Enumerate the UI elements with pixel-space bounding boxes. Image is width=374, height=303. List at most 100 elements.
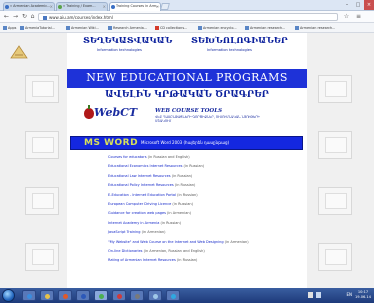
close-window-button[interactable]: × bbox=[364, 0, 374, 10]
tab-favicon-icon bbox=[5, 5, 9, 9]
link-lang: (in Armenian) bbox=[141, 230, 166, 235]
course-link[interactable]: Educational Law Internet Resources (in R… bbox=[108, 174, 268, 178]
url-input[interactable]: www.aiu.am/courses/index.html bbox=[38, 13, 338, 21]
header-subtitle-left: Information technologies bbox=[97, 48, 142, 52]
bookmark-item[interactable]: Research Armenia... bbox=[108, 25, 147, 31]
home-button[interactable]: ⌂ bbox=[28, 12, 37, 21]
webct-logo[interactable]: WebCT bbox=[94, 106, 137, 119]
taskbar: EN 10:17 19.06.14 bbox=[0, 288, 374, 303]
course-link[interactable]: Educational Economics Internet Resources… bbox=[108, 164, 268, 168]
webct-section[interactable]: WebCT WEB COURSE TOOLS ՎԵԲ ԴԱՍԸՆԹԱՑՆԵՐԻ … bbox=[67, 103, 307, 133]
webct-title: WEB COURSE TOOLS bbox=[155, 108, 223, 114]
taskbar-app-media[interactable] bbox=[58, 290, 72, 301]
skype-icon bbox=[171, 294, 176, 299]
background-tile bbox=[318, 75, 352, 103]
bookmark-item[interactable]: Armenian research... bbox=[295, 25, 335, 31]
bookmarks-bar: Apps ArmeniaTutorial... Armenian Wiki...… bbox=[0, 23, 374, 33]
chrome-icon bbox=[99, 294, 104, 299]
minimize-button[interactable]: – bbox=[342, 0, 352, 10]
scroll-logo-icon bbox=[10, 45, 28, 59]
header-title-right: ՏԵԽՆՈԼՈԳԻԱՆԵՐ bbox=[191, 36, 288, 46]
bookmark-label: CD collections... bbox=[160, 26, 188, 30]
page-header: ՏԵՂԵԿԱՏՎԱԿԱՆ ՏԵԽՆՈԼՈԳԻԱՆԵՐ Information t… bbox=[67, 33, 307, 69]
bookmark-label: Armenian research... bbox=[250, 26, 286, 30]
course-link[interactable]: "My Website" and Web Course on the Inter… bbox=[108, 240, 268, 244]
msword-banner[interactable]: MS WORD Microsoft Word 2003 (հայերեն դաս… bbox=[70, 136, 303, 150]
link-text: Educational Law Internet Resources bbox=[108, 173, 171, 178]
link-lang: (in Russian) bbox=[171, 173, 193, 178]
new-tab-button[interactable] bbox=[160, 3, 170, 10]
taskbar-app-chrome[interactable] bbox=[94, 290, 108, 301]
bookmark-item[interactable]: Apps bbox=[3, 25, 16, 31]
bookmark-icon bbox=[66, 26, 70, 30]
course-link[interactable]: On-line Dictionaries (in Armenian, Russi… bbox=[108, 249, 268, 253]
taskbar-app-skype[interactable] bbox=[166, 290, 180, 301]
bookmark-star-icon[interactable]: ☆ bbox=[342, 12, 351, 21]
link-lang: (in Russian) bbox=[160, 220, 181, 225]
header-subtitle-right: Information technologies bbox=[207, 48, 252, 52]
maximize-button[interactable]: □ bbox=[353, 0, 363, 10]
word-icon bbox=[81, 294, 86, 299]
bookmark-item[interactable]: ArmeniaTutorial... bbox=[20, 25, 55, 31]
link-text: E-Education - Internet Education Portal bbox=[108, 192, 176, 197]
browser-tab-2[interactable]: « Training / Exam... × bbox=[56, 2, 108, 11]
taskbar-app-calculator[interactable] bbox=[130, 290, 144, 301]
tab-close-icon[interactable]: × bbox=[156, 3, 159, 10]
url-text: www.aiu.am/courses/index.html bbox=[49, 15, 113, 20]
system-clock[interactable]: 10:17 19.06.14 bbox=[355, 290, 371, 299]
taskbar-app-paint[interactable] bbox=[112, 290, 126, 301]
tab-title: « Armenian Academic... bbox=[10, 4, 51, 8]
address-toolbar: ← → ↻ ⌂ www.aiu.am/courses/index.html ☆ … bbox=[0, 11, 374, 23]
forward-button[interactable]: → bbox=[11, 12, 20, 21]
tab-title: « Training / Exam... bbox=[63, 4, 96, 8]
course-link[interactable]: Internet Academy in Armenia (in Russian) bbox=[108, 221, 268, 225]
folder-icon bbox=[45, 294, 50, 299]
browser-tab-3-active[interactable]: Training Courses in Arm... × bbox=[109, 2, 161, 11]
tab-close-icon[interactable]: × bbox=[50, 3, 53, 10]
volume-icon[interactable] bbox=[316, 292, 321, 298]
background-tile bbox=[25, 131, 59, 159]
taskbar-app-ie[interactable] bbox=[22, 290, 36, 301]
bookmark-item[interactable]: CD collections... bbox=[155, 25, 187, 31]
start-button[interactable] bbox=[2, 289, 15, 302]
browser-tab-1[interactable]: « Armenian Academic... × bbox=[3, 2, 55, 11]
link-text: Internet Academy in Armenia bbox=[108, 220, 160, 225]
link-lang: (in Russian) bbox=[177, 192, 198, 197]
taskbar-app-notepad[interactable] bbox=[148, 290, 162, 301]
bookmark-label: ArmeniaTutorial... bbox=[25, 26, 55, 30]
course-link[interactable]: Educational Policy Internet Resources (i… bbox=[108, 183, 268, 187]
bookmark-item[interactable]: Armenian Wiki... bbox=[66, 25, 99, 31]
course-link[interactable]: E-Education - Internet Education Portal … bbox=[108, 193, 268, 197]
bookmark-label: Armenian Wiki... bbox=[71, 26, 99, 30]
course-link[interactable]: Guidance for creation web pages (in Arme… bbox=[108, 211, 268, 215]
course-link[interactable]: European Computer Driving Licence (in Ru… bbox=[108, 202, 268, 206]
link-text: On-line Dictionaries bbox=[108, 249, 143, 254]
notepad-icon bbox=[153, 294, 158, 299]
link-text: European Computer Driving Licence bbox=[108, 202, 172, 207]
bookmark-label: Research Armenia... bbox=[113, 26, 148, 30]
tab-favicon-icon bbox=[111, 5, 115, 9]
language-indicator[interactable]: EN bbox=[346, 292, 352, 297]
bookmark-label: Armenian encyclo... bbox=[203, 26, 237, 30]
bookmark-item[interactable]: Armenian encyclo... bbox=[198, 25, 237, 31]
bookmark-icon bbox=[108, 26, 112, 30]
bookmark-label: Apps bbox=[8, 26, 17, 30]
course-link[interactable]: Rating of Armenian Internet Resources (i… bbox=[108, 258, 268, 262]
taskbar-app-folder[interactable] bbox=[40, 290, 54, 301]
bookmark-icon bbox=[155, 26, 159, 30]
link-text: JavaScript Training bbox=[108, 230, 141, 235]
background-tile bbox=[318, 131, 352, 159]
tab-close-icon[interactable]: × bbox=[103, 3, 106, 10]
bookmark-item[interactable]: Armenian research... bbox=[245, 25, 285, 31]
bookmark-label: Armenian research... bbox=[300, 26, 336, 30]
browser-menu-icon[interactable]: ≡ bbox=[354, 12, 363, 21]
taskbar-app-word[interactable] bbox=[76, 290, 90, 301]
main-content: ՏԵՂԵԿԱՏՎԱԿԱՆ ՏԵԽՆՈԼՈԳԻԱՆԵՐ Information t… bbox=[67, 33, 307, 288]
tab-favicon-icon bbox=[58, 5, 62, 9]
course-link[interactable]: JavaScript Training (in Armenian) bbox=[108, 230, 268, 234]
link-lang: (in Armenian, Russian and English) bbox=[143, 249, 205, 254]
back-button[interactable]: ← bbox=[2, 12, 11, 21]
link-lang: (in Russian and English) bbox=[147, 155, 190, 159]
network-icon[interactable] bbox=[308, 292, 313, 298]
course-link[interactable]: Courses for educators (in Russian and En… bbox=[108, 155, 268, 159]
